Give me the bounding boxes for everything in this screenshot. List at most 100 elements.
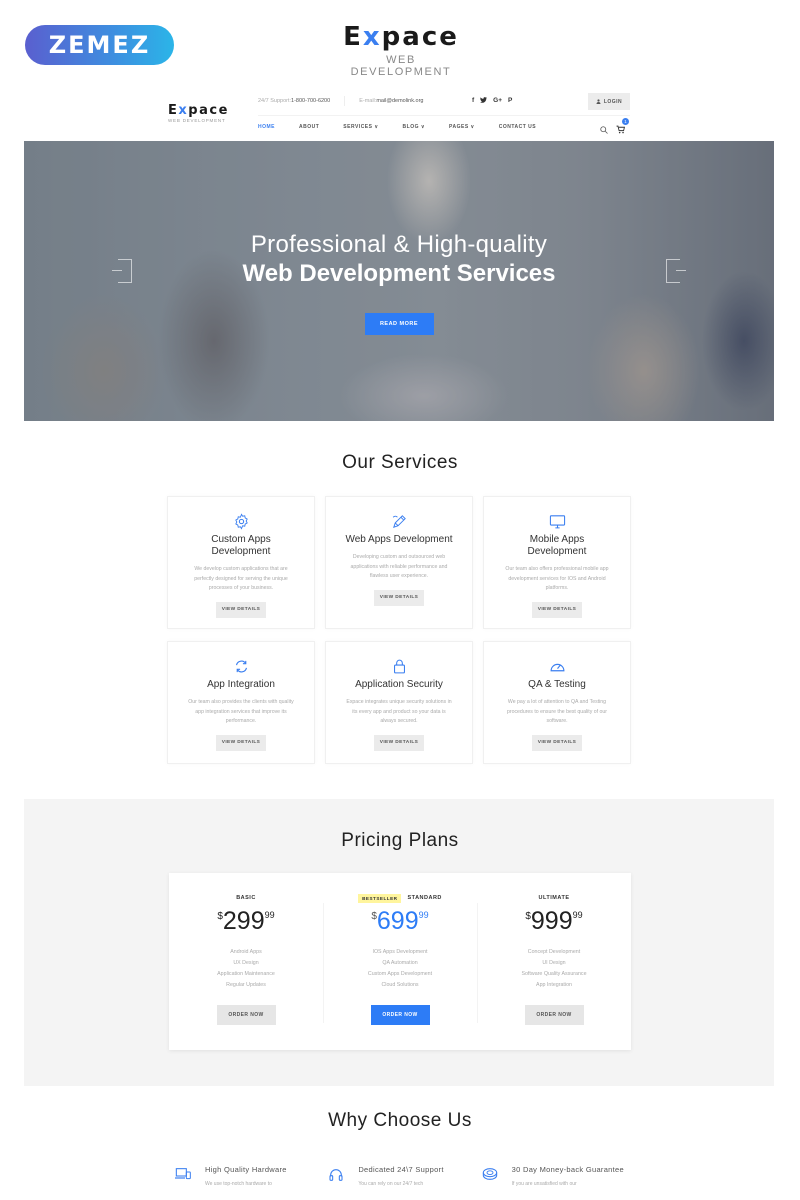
service-description: Our team also provides the clients with … [188, 699, 294, 724]
service-description: We pay a lot of attention to QA and Test… [506, 699, 608, 724]
plan-name: ULTIMATE [538, 895, 570, 901]
header-logo-text: Expace [168, 103, 229, 118]
divider [344, 96, 346, 106]
plan-name: BESTSELLER STANDARD [323, 893, 477, 903]
service-description: We develop custom applications that are … [194, 566, 288, 591]
nav-home[interactable]: HOME [258, 124, 275, 130]
feature-item: UI Design [542, 960, 566, 966]
plan-price: $299 99 [217, 907, 275, 935]
site-header: Expace WEB DEVELOPMENT 24/7 Support: 1-8… [160, 88, 640, 140]
twitter-icon[interactable] [480, 97, 488, 105]
pricing-plan-ultimate: ULTIMATE $999 99 Concept Development UI D… [477, 873, 631, 1050]
service-card: QA & Testing We pay a lot of attention t… [483, 641, 631, 764]
plan-name: BASIC [236, 895, 256, 901]
feature-item: Software Quality Assurance [521, 971, 587, 977]
nav-pages[interactable]: PAGES ∨ [449, 124, 475, 130]
view-details-button[interactable]: VIEW DETAILS [374, 734, 424, 751]
search-icon[interactable] [600, 126, 608, 134]
monitor-icon [549, 515, 565, 529]
support-phone[interactable]: 1-800-700-6200 [291, 98, 330, 104]
service-description: Developing custom and outsourced web app… [350, 554, 448, 579]
service-description: Expace integrates unique security soluti… [346, 699, 452, 724]
service-card: Mobile Apps Development Our team also of… [483, 496, 631, 629]
service-card: Web Apps Development Developing custom a… [325, 496, 473, 629]
service-title: Custom Apps Development [211, 534, 271, 557]
services-title: Our Services [342, 452, 458, 473]
hero-slider: Professional & High-quality Web Developm… [24, 141, 774, 421]
why-item-title: High Quality Hardware [205, 1165, 287, 1174]
pinterest-icon[interactable]: P [508, 97, 512, 105]
order-now-button[interactable]: ORDER NOW [370, 1005, 430, 1025]
email-link[interactable]: mail@demolink.org [376, 98, 423, 104]
bestseller-badge: BESTSELLER [358, 893, 402, 903]
cart-icon [616, 125, 626, 134]
plan-features: Concept Development UI Design Software Q… [477, 947, 631, 991]
nav-about[interactable]: ABOUT [299, 124, 319, 130]
login-label: LOGIN [603, 98, 623, 105]
header-logo-tagline: WEB DEVELOPMENT [168, 118, 226, 123]
plan-features: Android Apps UX Design Application Maint… [169, 947, 323, 991]
nav-services[interactable]: SERVICES ∨ [343, 124, 378, 130]
pricing-plan-standard: BESTSELLER STANDARD $699 99 IOS Apps Deve… [323, 873, 477, 1050]
feature-item: App Integration [536, 982, 572, 988]
service-title: Application Security [355, 679, 443, 690]
feature-item: IOS Apps Development [372, 949, 428, 955]
top-bar: 24/7 Support: 1-800-700-6200 E-mail: mai… [258, 96, 423, 106]
devices-icon [175, 1168, 191, 1180]
gauge-icon [550, 663, 564, 672]
service-card: Custom Apps Development We develop custo… [167, 496, 315, 629]
facebook-icon[interactable]: f [472, 97, 474, 105]
coins-icon [482, 1168, 497, 1180]
order-now-button[interactable]: ORDER NOW [524, 1005, 584, 1025]
header-actions: 1 [600, 118, 629, 139]
view-details-button[interactable]: VIEW DETAILS [216, 601, 266, 618]
sync-icon [235, 660, 247, 673]
feature-item: Cloud Solutions [381, 982, 419, 988]
headset-icon [329, 1169, 343, 1181]
why-item: 30 Day Money-back Guarantee If you are u… [482, 1165, 635, 1188]
service-description: Our team also offers professional mobile… [505, 566, 609, 591]
feature-item: Concept Development [527, 949, 581, 955]
service-title: Web Apps Development [345, 534, 453, 545]
header-logo[interactable]: Expace WEB DEVELOPMENT [168, 103, 229, 124]
feature-item: Application Maintenance [217, 971, 275, 977]
service-title: App Integration [207, 679, 275, 690]
google-plus-icon[interactable]: G+ [493, 97, 502, 105]
login-button[interactable]: LOGIN [588, 93, 630, 110]
brand-tagline: WEB DEVELOPMENT [350, 54, 452, 78]
social-links: f G+ P [472, 97, 512, 105]
pricing-table: BASIC $299 99 Android Apps UX Design Appl… [169, 873, 631, 1050]
plan-price: $999 99 [525, 907, 583, 935]
read-more-button[interactable]: READ MORE [364, 313, 434, 335]
plan-price: $699 99 [371, 907, 429, 935]
main-nav: HOME ABOUT SERVICES ∨ BLOG ∨ PAGES ∨ CON… [258, 124, 560, 130]
support-label: 24/7 Support: [258, 98, 292, 104]
pencil-icon [392, 515, 406, 528]
service-card: Application Security Expace integrates u… [325, 641, 473, 764]
pricing-plan-basic: BASIC $299 99 Android Apps UX Design Appl… [169, 873, 323, 1050]
email-label: E-mail: [359, 98, 377, 104]
feature-item: UX Design [233, 960, 259, 966]
why-item-desc: You can rely on our 24/7 tech [358, 1181, 424, 1187]
why-item: High Quality Hardware We use top-notch h… [175, 1165, 328, 1188]
hero-content: Professional & High-quality Web Developm… [24, 231, 774, 335]
view-details-button[interactable]: VIEW DETAILS [374, 589, 424, 606]
why-item-desc: We use top-notch hardware to [205, 1181, 272, 1187]
order-now-button[interactable]: ORDER NOW [216, 1005, 276, 1025]
view-details-button[interactable]: VIEW DETAILS [216, 734, 266, 751]
brand-logo-text: Expace [343, 22, 459, 52]
services-grid: Custom Apps Development We develop custo… [167, 496, 631, 764]
nav-contact[interactable]: CONTACT US [499, 124, 536, 130]
gear-icon [234, 513, 248, 530]
cart-button[interactable]: 1 [616, 118, 629, 139]
view-details-button[interactable]: VIEW DETAILS [532, 734, 582, 751]
why-item: Dedicated 24\7 Support You can rely on o… [328, 1165, 481, 1188]
feature-item: Regular Updates [226, 982, 266, 988]
zemez-logo[interactable]: ZEMEZ [25, 25, 174, 65]
feature-item: Custom Apps Development [367, 971, 433, 977]
why-item-title: 30 Day Money-back Guarantee [511, 1165, 624, 1174]
view-details-button[interactable]: VIEW DETAILS [532, 601, 582, 618]
nav-blog[interactable]: BLOG ∨ [403, 124, 426, 130]
feature-item: Android Apps [230, 949, 262, 955]
why-title: Why Choose Us [328, 1110, 472, 1131]
